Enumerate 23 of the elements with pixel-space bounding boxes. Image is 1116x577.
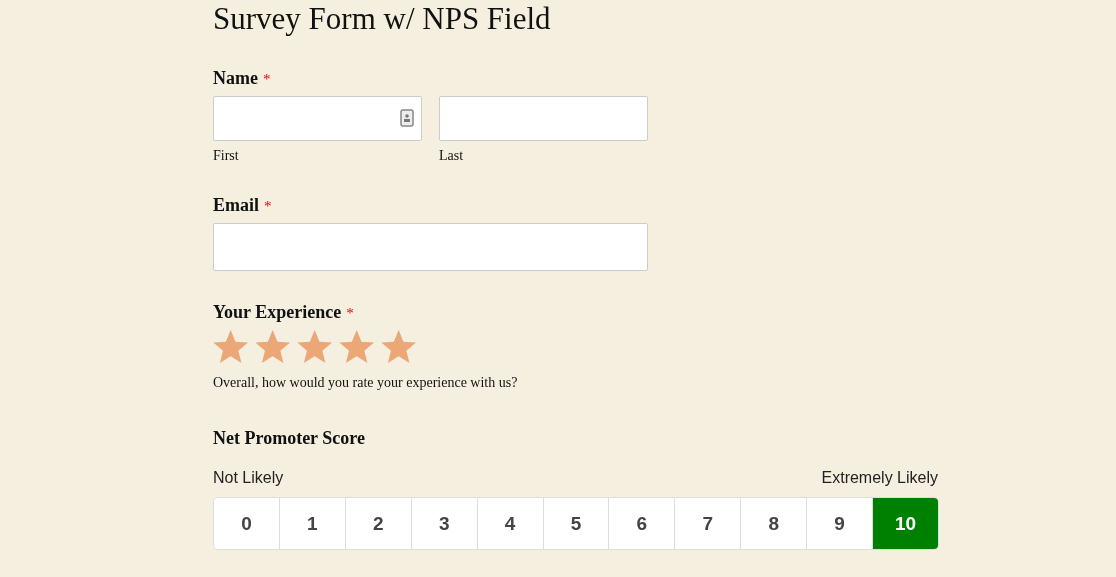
required-mark: * — [263, 71, 271, 88]
required-mark: * — [346, 305, 354, 322]
form-title: Survey Form w/ NPS Field — [213, 0, 552, 37]
score-option[interactable]: 10 — [873, 498, 938, 549]
text-field[interactable] — [213, 96, 422, 141]
star-icon[interactable] — [297, 330, 332, 363]
scale-label: Extremely Likely — [821, 469, 938, 487]
required-mark: * — [264, 198, 272, 215]
sub-label: First — [213, 147, 240, 164]
field-label: Net Promoter Score — [213, 427, 365, 449]
field-label: Name — [213, 67, 258, 89]
star-icon[interactable] — [339, 330, 374, 363]
star-icon[interactable] — [381, 330, 416, 363]
score-option[interactable]: 0 — [214, 498, 280, 549]
field-description: Overall, how would you rate your experience with us? — [213, 375, 519, 391]
star-icon[interactable] — [255, 330, 290, 363]
text-field[interactable] — [439, 96, 648, 141]
scale-label: Not Likely — [213, 469, 284, 487]
sub-label: Last — [439, 147, 465, 164]
field-label: Your Experience — [213, 301, 342, 323]
email-field[interactable] — [213, 223, 648, 271]
field-label: Email — [213, 194, 259, 216]
star-icon[interactable] — [213, 330, 248, 363]
